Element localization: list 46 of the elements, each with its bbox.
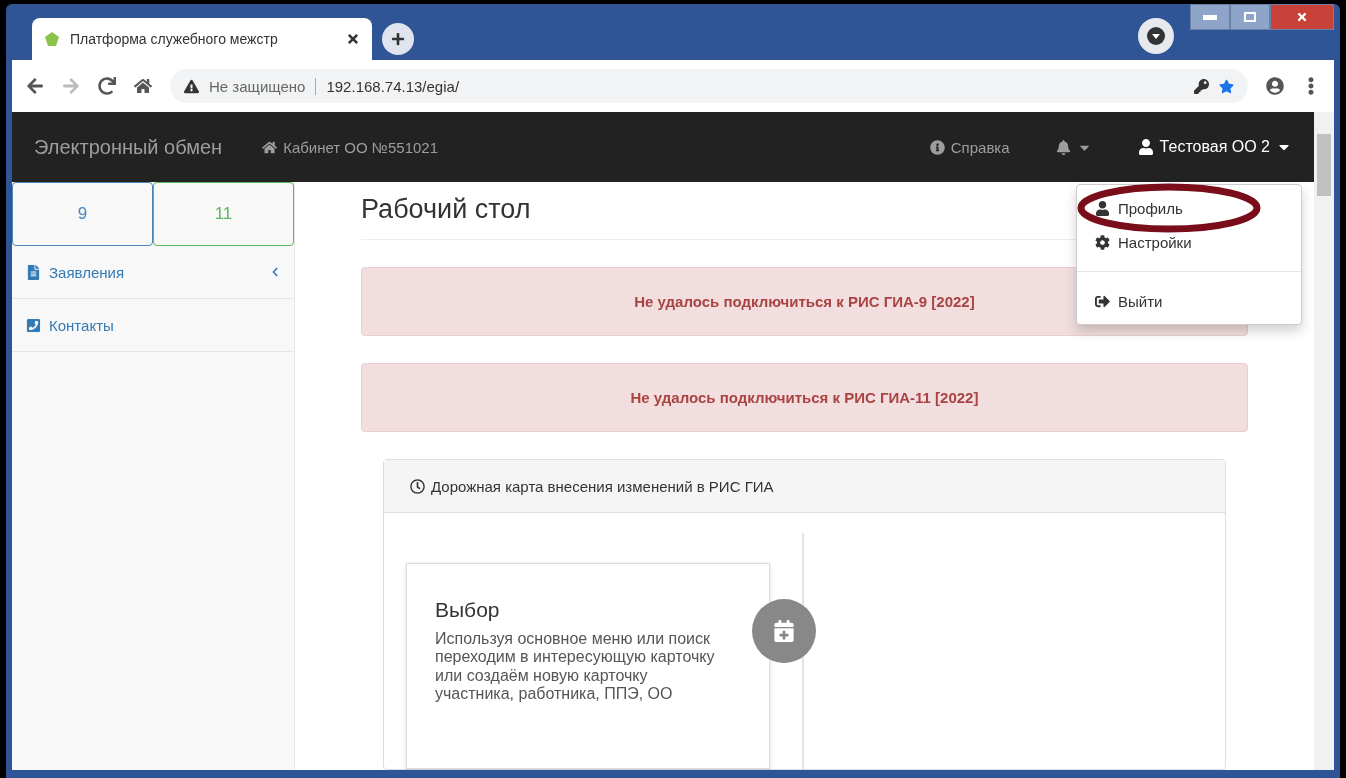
minimize-button[interactable] xyxy=(1190,4,1230,30)
user-icon xyxy=(1095,200,1110,216)
close-button[interactable] xyxy=(1270,4,1334,30)
scrollbar[interactable] xyxy=(1314,112,1334,770)
pentagon-icon xyxy=(44,31,60,47)
step-text: Используя основное меню или поиск переходим в интересующую карточку или создаём новую карточку участника, работника, ППЭ, ОО xyxy=(435,630,716,704)
browser-tab[interactable]: Платформа служебного межстр xyxy=(32,18,372,60)
warning-icon xyxy=(184,78,199,94)
download-button[interactable] xyxy=(1138,18,1174,54)
plus-icon xyxy=(391,32,405,46)
info-icon xyxy=(929,139,945,155)
clock-icon xyxy=(410,478,425,494)
home-icon[interactable] xyxy=(134,77,152,95)
close-icon[interactable] xyxy=(346,32,360,46)
reload-icon[interactable] xyxy=(98,77,116,95)
user-icon xyxy=(1137,139,1154,155)
error-alert: Не удалось подключиться к РИС ГИА-11 [2022] xyxy=(361,363,1248,432)
maximize-icon xyxy=(1244,12,1256,22)
step-title: Выбор xyxy=(435,598,501,622)
profile-icon[interactable] xyxy=(1266,77,1284,95)
home-icon xyxy=(262,139,278,155)
brand-title[interactable]: Электронный обмен xyxy=(34,135,223,159)
address-bar[interactable]: Не защищено 192.168.74.13/egia/ xyxy=(170,69,1248,103)
maximize-button[interactable] xyxy=(1230,4,1270,30)
bell-icon xyxy=(1055,139,1071,155)
grade-tab[interactable]: 9 xyxy=(12,182,153,246)
settings-icon xyxy=(1095,234,1110,250)
user-menu-toggle[interactable]: Тестовая ОО 2 xyxy=(1137,138,1292,156)
logout-icon xyxy=(1095,293,1110,309)
minimize-icon xyxy=(1203,14,1217,20)
panel-title: Дорожная карта внесения изменений в РИС ГИА xyxy=(431,477,774,495)
sidebar-item[interactable]: Контакты xyxy=(12,299,294,352)
security-label: Не защищено xyxy=(209,77,317,95)
caret-down-icon xyxy=(1147,27,1165,45)
notifications-button[interactable] xyxy=(1055,139,1092,155)
document-icon xyxy=(26,264,41,280)
url-text: 192.168.74.13/egia/ xyxy=(326,77,460,95)
new-tab-button[interactable] xyxy=(382,23,414,55)
sidebar-item[interactable]: Заявления xyxy=(12,246,294,299)
back-icon[interactable] xyxy=(26,77,44,95)
cabinet-link[interactable]: Кабинет ОО №551021 xyxy=(262,138,438,156)
star-icon[interactable] xyxy=(1219,78,1234,94)
close-icon xyxy=(1296,11,1308,23)
help-link[interactable]: Справка xyxy=(929,138,1010,156)
key-icon[interactable] xyxy=(1194,78,1209,94)
phone-icon xyxy=(26,317,41,333)
